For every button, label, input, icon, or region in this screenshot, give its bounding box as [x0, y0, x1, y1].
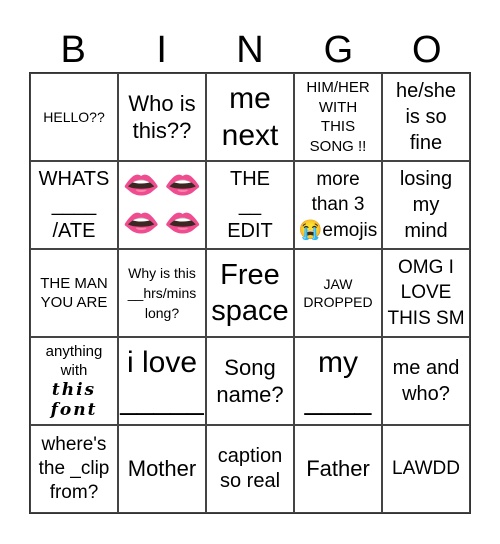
bingo-cell[interactable]: my ____ [294, 337, 382, 425]
cell-text: anything with [45, 342, 103, 380]
cell-text: OMG I LOVE THIS SM [387, 256, 465, 329]
bingo-cell[interactable]: Who is this?? [118, 73, 206, 161]
bingo-cell[interactable]: more than 3 😭emojis [294, 161, 382, 249]
biting-lip-icon: 👄 [122, 207, 160, 240]
cell-text: Father [306, 456, 370, 482]
header-letter-o: O [412, 29, 442, 71]
header-letter-b: B [60, 29, 86, 71]
bingo-cell[interactable]: i love _____ [118, 337, 206, 425]
cell-text: JAW DROPPED [303, 275, 373, 310]
cell-text: me next [221, 81, 279, 153]
bingo-cell[interactable]: me and who? [382, 337, 470, 425]
biting-lip-icon: 👄 [164, 207, 202, 240]
bingo-header: B I N G O [29, 28, 471, 72]
bingo-cell[interactable]: losing my mind [382, 161, 470, 249]
bingo-cell[interactable]: Why is this __hrs/mins long? [118, 249, 206, 337]
bingo-cell[interactable]: 👄 👄 👄 👄 [118, 161, 206, 249]
bingo-cell[interactable]: Mother [118, 425, 206, 513]
bingo-cell[interactable]: HELLO?? [30, 73, 118, 161]
header-letter-n: N [236, 29, 264, 71]
cell-text: losing my mind [399, 168, 453, 242]
bingo-cell[interactable]: Song name? [206, 337, 294, 425]
bingo-cell[interactable]: Father [294, 425, 382, 513]
bingo-cell[interactable]: me next [206, 73, 294, 161]
cell-text: Song name? [216, 354, 284, 408]
bingo-cell[interactable]: LAWDD [382, 425, 470, 513]
cell-text: LAWDD [392, 458, 460, 480]
header-letter-g: G [323, 29, 354, 71]
bingo-cell[interactable]: where's the _clip from? [30, 425, 118, 513]
cell-text: more than 3 😭emojis [298, 168, 378, 241]
bingo-board: HELLO?? Who is this?? me next HIM/HER WI… [29, 72, 471, 514]
header-letter-i: I [156, 29, 167, 71]
bingo-cell[interactable]: anything with this font [30, 337, 118, 425]
cell-text: Who is this?? [128, 90, 196, 144]
cell-text: HIM/HER WITH THIS SONG !! [306, 79, 370, 155]
cell-text: WHATS ____ /ATE [38, 168, 110, 242]
bingo-cell[interactable]: THE MAN YOU ARE [30, 249, 118, 337]
bingo-cell[interactable]: WHATS ____ /ATE [30, 161, 118, 249]
bingo-cell[interactable]: THE __ EDIT [206, 161, 294, 249]
cell-text: HELLO?? [43, 108, 105, 125]
biting-lip-icon: 👄 [122, 169, 160, 202]
biting-lip-icon: 👄 [164, 169, 202, 202]
cell-text: i love _____ [120, 345, 204, 417]
cell-text: where's the _clip from? [38, 434, 110, 503]
cell-fancy-text: this font [50, 379, 98, 420]
bingo-cell[interactable]: JAW DROPPED [294, 249, 382, 337]
cell-text: Why is this __hrs/mins long? [127, 264, 197, 322]
cell-text: he/she is so fine [395, 80, 457, 154]
cell-text: caption so real [217, 445, 283, 492]
bingo-cell[interactable]: OMG I LOVE THIS SM [382, 249, 470, 337]
cell-text: Free space [211, 258, 289, 327]
cell-text: Mother [127, 456, 197, 482]
lips-emoji-group: 👄 👄 👄 👄 [123, 171, 202, 239]
cell-text: my ____ [304, 345, 372, 417]
bingo-cell[interactable]: HIM/HER WITH THIS SONG !! [294, 73, 382, 161]
bingo-cell[interactable]: he/she is so fine [382, 73, 470, 161]
bingo-cell[interactable]: caption so real [206, 425, 294, 513]
bingo-cell free-space[interactable]: Free space [206, 249, 294, 337]
cell-text: THE __ EDIT [227, 168, 273, 242]
cell-text: me and who? [392, 357, 460, 405]
cell-text: THE MAN YOU ARE [40, 274, 108, 312]
